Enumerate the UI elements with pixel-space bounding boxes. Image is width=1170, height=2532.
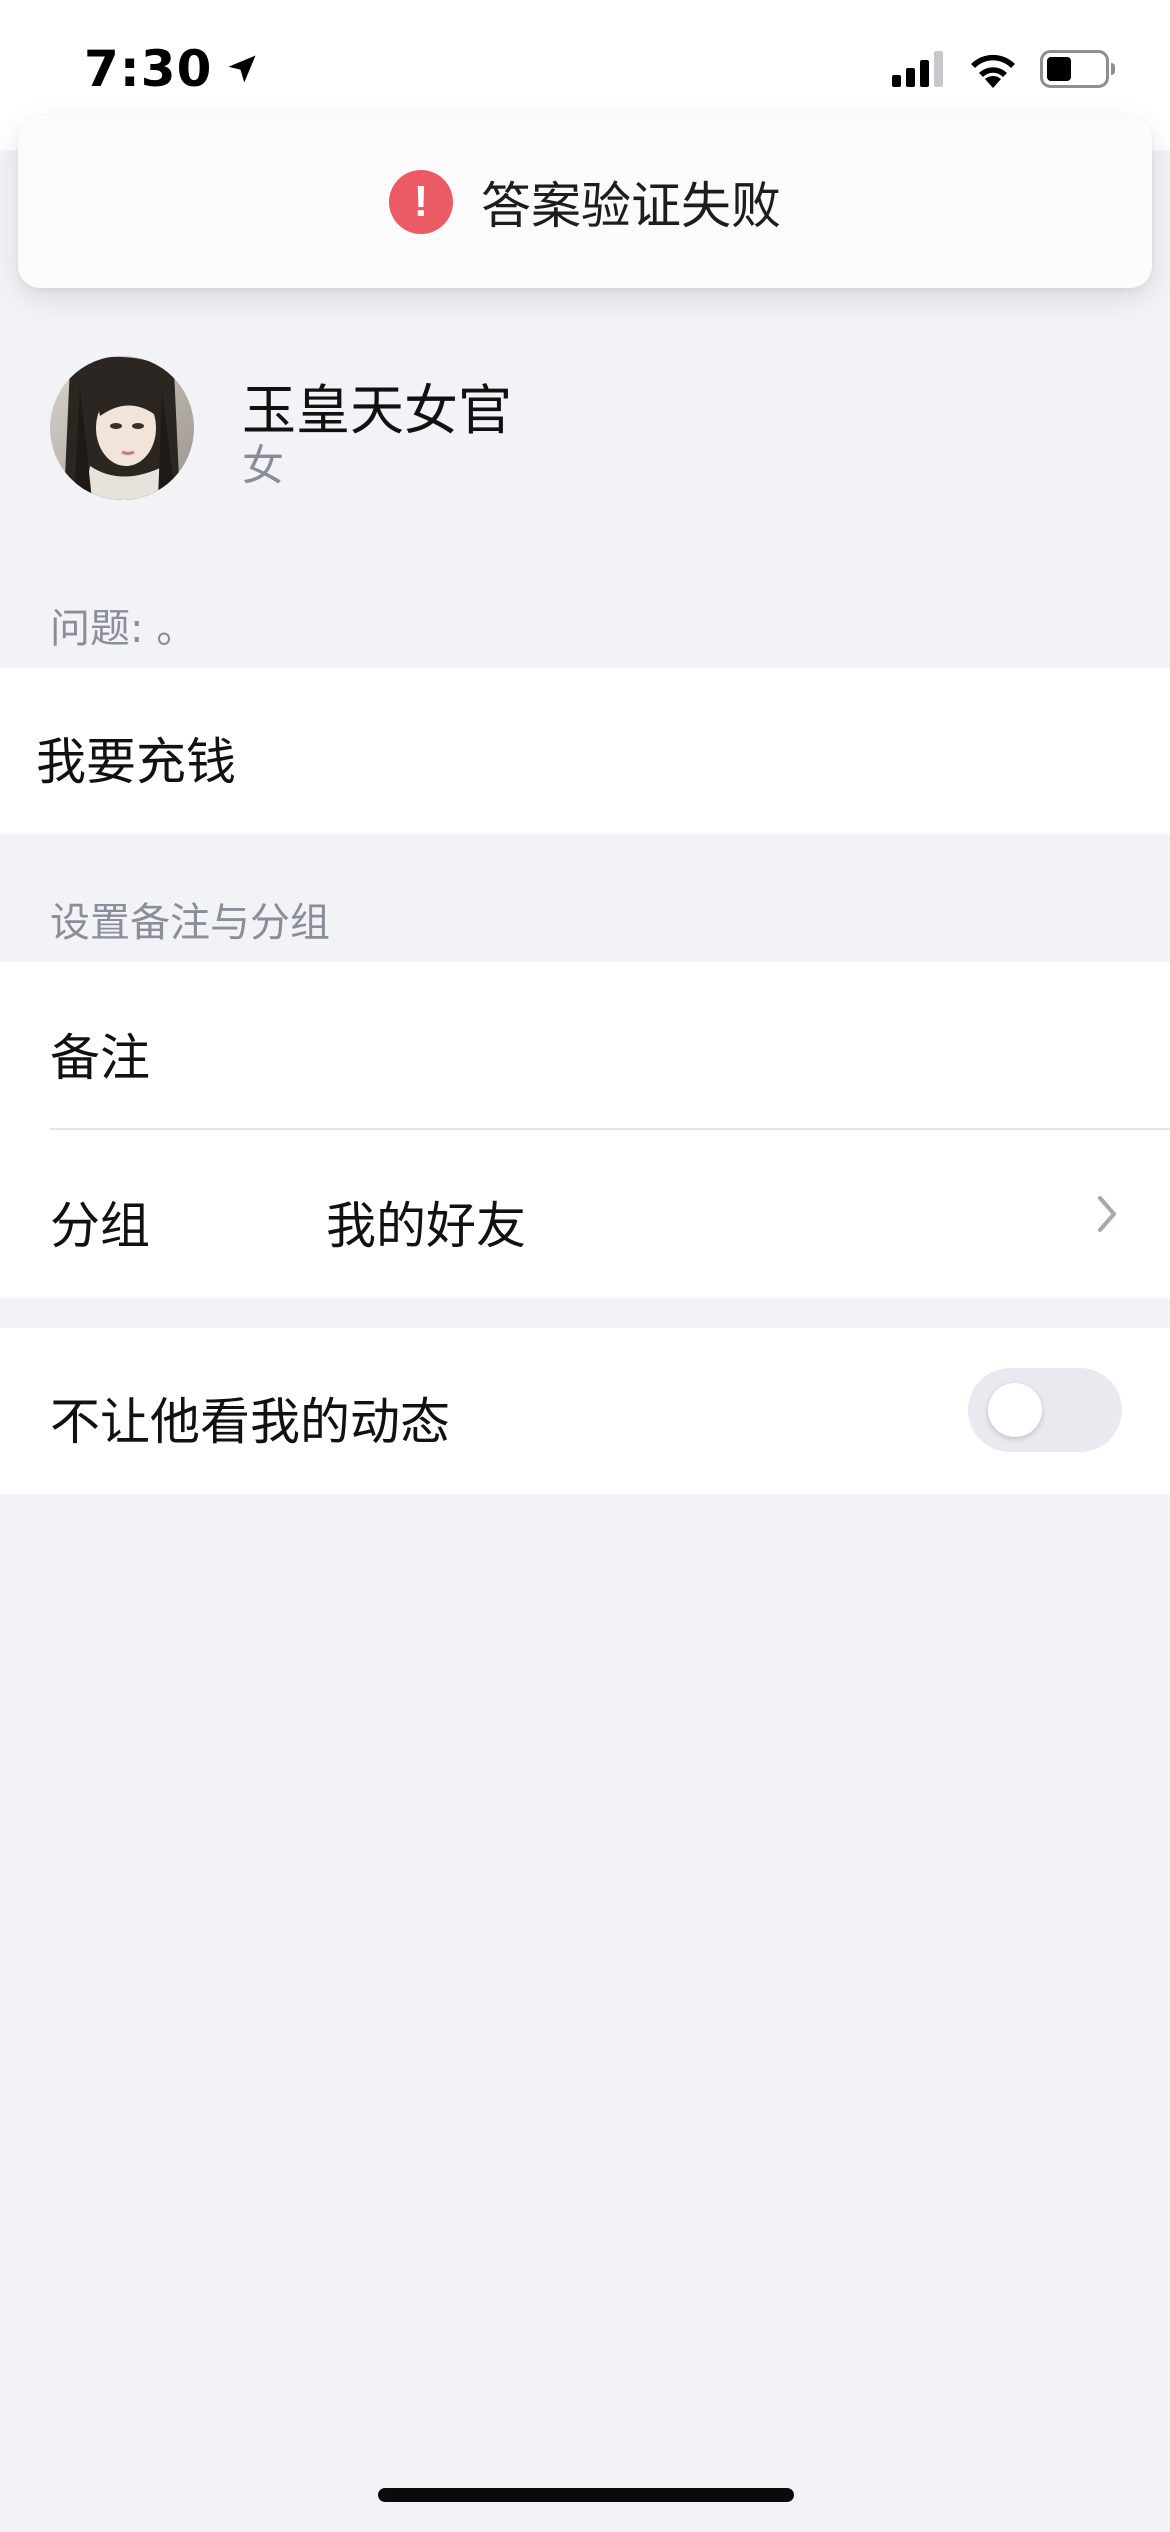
status-icons <box>892 50 1116 88</box>
profile-header: 玉皇天女官 女 <box>0 290 1170 570</box>
profile-gender: 女 <box>242 441 285 490</box>
error-icon-glyph: ! <box>413 177 429 226</box>
avatar-image <box>50 356 194 500</box>
hide-moments-toggle[interactable] <box>968 1368 1122 1452</box>
hide-moments-row: 不让他看我的动态 <box>0 1328 1170 1494</box>
cellular-signal-icon <box>892 51 943 87</box>
toggle-knob <box>988 1383 1042 1437</box>
error-icon: ! <box>389 170 453 234</box>
answer-text[interactable]: 我要充钱 <box>36 722 236 794</box>
battery-icon <box>1040 50 1115 88</box>
group-value: 我的好友 <box>326 1197 526 1255</box>
wifi-icon <box>971 54 1015 88</box>
status-time: 7:30 <box>84 40 260 98</box>
remark-group-section-title: 设置备注与分组 <box>50 900 330 946</box>
hide-moments-label: 不让他看我的动态 <box>50 1393 450 1451</box>
group-label: 分组 <box>50 1197 150 1255</box>
chevron-right-icon <box>1098 1196 1116 1232</box>
remark-row[interactable]: 备注 <box>0 962 1170 1128</box>
avatar[interactable] <box>50 356 194 500</box>
home-indicator[interactable] <box>378 2488 794 2502</box>
time-text: 7:30 <box>84 40 213 98</box>
group-row[interactable]: 分组 我的好友 <box>0 1130 1170 1298</box>
error-toast: ! 答案验证失败 <box>18 116 1152 288</box>
remark-label: 备注 <box>50 1029 150 1087</box>
location-arrow-icon <box>228 55 256 83</box>
question-label: 问题: 。 <box>50 606 197 652</box>
answer-row[interactable]: 我要充钱 <box>0 668 1170 834</box>
toast-message: 答案验证失败 <box>481 177 781 235</box>
remark-group-block: 备注 分组 我的好友 <box>0 962 1170 1298</box>
